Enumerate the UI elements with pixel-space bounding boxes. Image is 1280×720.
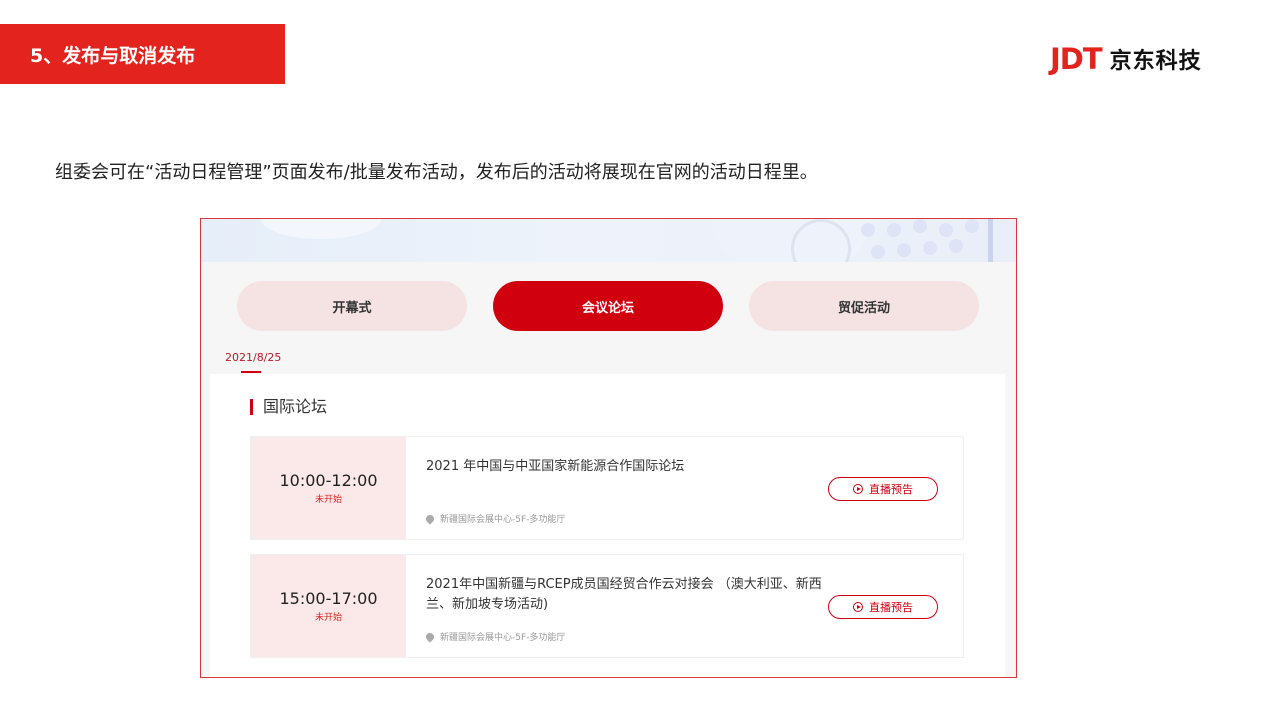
event-title[interactable]: 2021 年中国与中亚国家新能源合作国际论坛	[426, 457, 826, 477]
event-time-box: 15:00-17:00 未开始	[251, 555, 406, 657]
event-card[interactable]: 15:00-17:00 未开始 2021年中国新疆与RCEP成员国经贸合作云对接…	[250, 554, 964, 658]
intro-text: 组委会可在“活动日程管理”页面发布/批量发布活动，发布后的活动将展现在官网的活动…	[55, 162, 818, 183]
live-preview-label: 直播预告	[869, 601, 913, 614]
schedule-screenshot: 开幕式 会议论坛 贸促活动 2021/8/25 国际论坛 10:00-12:00…	[200, 218, 1017, 678]
live-preview-button[interactable]: 直播预告	[828, 595, 938, 619]
play-circle-icon	[853, 602, 863, 612]
tab-trade-promotion[interactable]: 贸促活动	[749, 281, 979, 331]
company-logo: JDT 京东科技	[1050, 42, 1202, 76]
event-card[interactable]: 10:00-12:00 未开始 2021 年中国与中亚国家新能源合作国际论坛 新…	[250, 436, 964, 540]
event-time: 10:00-12:00	[279, 471, 378, 490]
header-banner	[201, 219, 1016, 262]
event-location-text: 新疆国际会展中心-5F-多功能厅	[440, 633, 566, 643]
section-label: 5、发布与取消发布	[0, 24, 285, 84]
tab-forum[interactable]: 会议论坛	[493, 281, 723, 331]
panel-title: 国际论坛	[250, 399, 327, 415]
location-pin-icon	[424, 512, 436, 525]
event-location: 新疆国际会展中心-5F-多功能厅	[424, 512, 566, 525]
event-time-box: 10:00-12:00 未开始	[251, 437, 406, 539]
location-pin-icon	[424, 630, 436, 643]
event-status: 未开始	[314, 495, 342, 505]
event-status: 未开始	[314, 613, 342, 623]
logo-mark: JDT	[1050, 42, 1103, 76]
event-location-text: 新疆国际会展中心-5F-多功能厅	[440, 515, 566, 525]
play-circle-icon	[853, 484, 863, 494]
event-panel: 国际论坛 10:00-12:00 未开始 2021 年中国与中亚国家新能源合作国…	[210, 374, 1005, 677]
live-preview-label: 直播预告	[869, 483, 913, 496]
tab-opening-ceremony[interactable]: 开幕式	[237, 281, 467, 331]
logo-text: 京东科技	[1109, 49, 1202, 74]
date-tab-indicator	[241, 371, 261, 373]
event-time: 15:00-17:00	[279, 589, 378, 608]
date-tab[interactable]: 2021/8/25	[225, 351, 281, 364]
live-preview-button[interactable]: 直播预告	[828, 477, 938, 501]
event-location: 新疆国际会展中心-5F-多功能厅	[424, 630, 566, 643]
event-title[interactable]: 2021年中国新疆与RCEP成员国经贸合作云对接会 （澳大利亚、新西兰、新加坡专…	[426, 575, 826, 615]
